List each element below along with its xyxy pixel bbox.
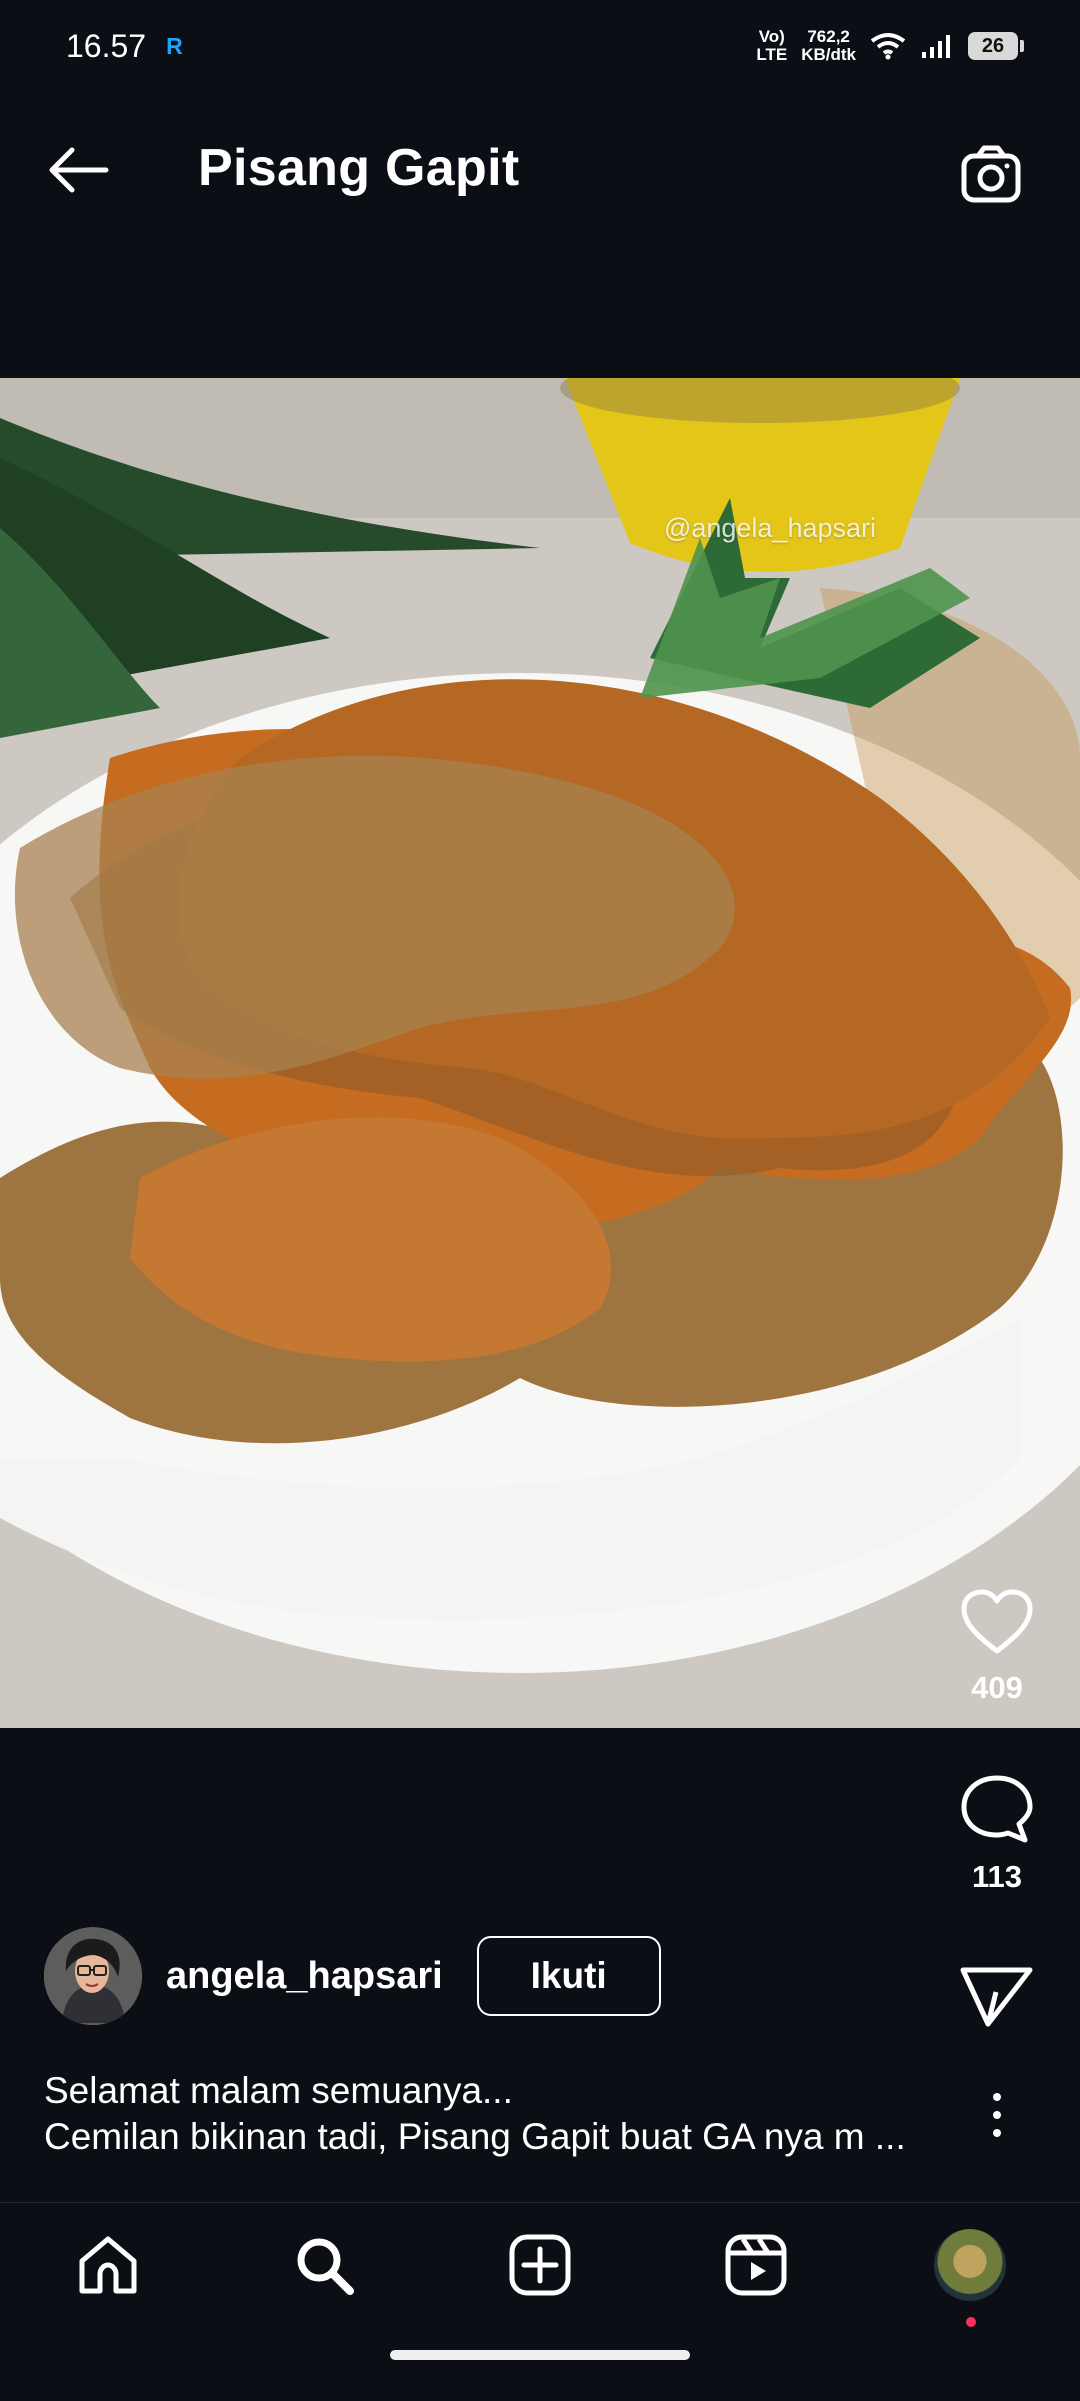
heart-icon[interactable] [958,1587,1036,1657]
home-indicator[interactable] [390,2350,690,2360]
more-vertical-icon[interactable] [987,2090,1007,2140]
status-bar: 16.57 R Vo) LTE 762,2 KB/dtk 26 [0,0,1080,92]
like-count: 409 [971,1670,1023,1705]
bottom-navigation [0,2202,1080,2401]
add-post-icon[interactable] [506,2231,574,2299]
home-icon[interactable] [74,2231,142,2299]
caption-line-1: Selamat malam semuanya... [44,2070,513,2111]
comment-icon[interactable] [958,1772,1036,1846]
camera-icon[interactable] [958,144,1024,206]
back-arrow-icon[interactable] [44,144,110,196]
wifi-icon [870,33,906,60]
follow-button[interactable]: Ikuti [476,1936,661,2016]
post-photo[interactable]: @angela_hapsari [0,378,1080,1728]
clock: 16.57 [66,27,147,64]
food-photo-illustration [0,378,1080,1728]
reels-icon[interactable] [722,2231,790,2299]
photo-watermark: @angela_hapsari [663,513,876,543]
avatar-illustration [44,1927,142,2025]
author-avatar[interactable] [44,1927,142,2025]
author-username[interactable]: angela_hapsari [166,1955,443,1998]
notification-dot [966,2317,976,2327]
share-action[interactable] [958,1962,1036,2037]
top-app-bar: Pisang Gapit [0,92,1080,252]
sync-icon: R [166,32,183,59]
profile-avatar[interactable] [934,2229,1006,2301]
caption-line-2: Cemilan bikinan tadi, Pisang Gapit buat … [44,2116,906,2157]
battery-indicator: 26 [968,32,1024,60]
like-action[interactable]: 409 [958,1587,1036,1706]
page-title: Pisang Gapit [198,139,520,197]
send-icon[interactable] [958,1962,1036,2032]
comment-action[interactable]: 113 [958,1772,1036,1895]
post-author-row: angela_hapsari Ikuti [44,1927,661,2025]
signal-icon [922,35,950,58]
post-caption[interactable]: Selamat malam semuanya... Cemilan bikina… [44,2068,944,2160]
volte-indicator: Vo) LTE [756,27,788,64]
more-action[interactable] [958,2090,1036,2145]
network-speed: 762,2 KB/dtk [801,27,856,64]
comment-count: 113 [971,1859,1022,1894]
search-icon[interactable] [290,2231,358,2299]
